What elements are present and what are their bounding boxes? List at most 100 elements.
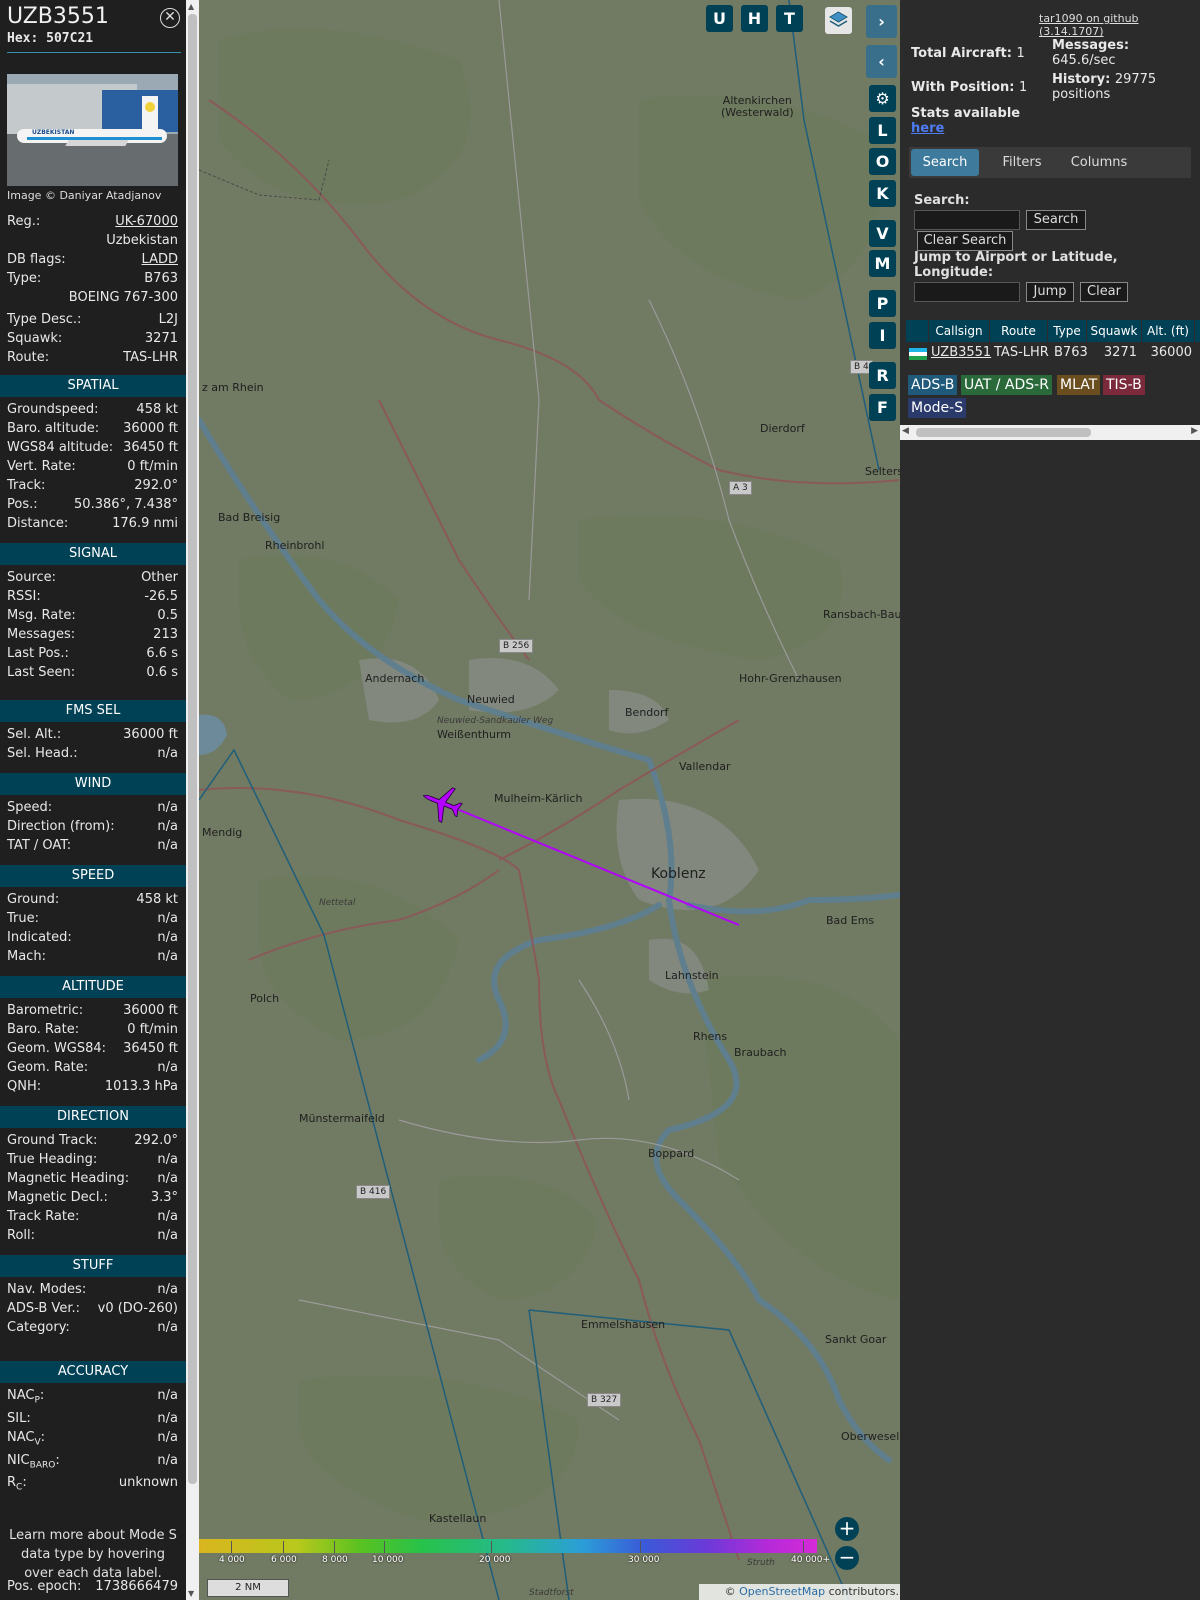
zoom-in-button[interactable]: +: [835, 1517, 859, 1541]
toggle-button-u[interactable]: U: [706, 5, 733, 32]
map[interactable]: Altenkirchen (Westerwald) Dierdorf Selters…: [199, 0, 900, 1600]
info-label: Category:: [7, 1320, 70, 1335]
table-header[interactable]: Alt. (ft): [1142, 320, 1195, 342]
info-label: Distance:: [7, 516, 69, 531]
info-value: 3.3°: [150, 1190, 178, 1205]
aircraft-photo[interactable]: UZBEKISTAN: [7, 74, 178, 186]
forward-button[interactable]: ›: [866, 5, 897, 38]
town-label: Altenkirchen (Westerwald): [721, 94, 794, 119]
zoom-out-button[interactable]: −: [835, 1546, 859, 1570]
info-value: BOEING 767-300: [68, 290, 178, 305]
info-label: Last Seen:: [7, 665, 76, 680]
close-info-button[interactable]: ✕: [160, 8, 180, 28]
town-label: Polch: [250, 992, 280, 1005]
toggle-button-o[interactable]: O: [869, 148, 896, 175]
table-header[interactable]: Squawk: [1087, 320, 1142, 342]
search-button[interactable]: Search: [1026, 210, 1086, 230]
info-row: NICBARO: n/a: [7, 1453, 178, 1471]
table-hscrollbar[interactable]: ◀ ▶: [900, 425, 1200, 440]
info-label: Reg.:: [7, 214, 41, 229]
info-value[interactable]: LADD: [142, 252, 178, 267]
info-value: 213: [153, 627, 178, 642]
table-header[interactable]: Type: [1048, 320, 1087, 342]
info-label: Roll:: [7, 1228, 36, 1243]
toggle-button-i[interactable]: I: [869, 322, 896, 349]
info-label: Magnetic Decl.:: [7, 1190, 108, 1205]
section-header-speed: SPEED: [0, 865, 186, 887]
toggle-button-p[interactable]: P: [869, 290, 896, 317]
toggle-button-k[interactable]: K: [869, 180, 896, 207]
version-link[interactable]: tar1090 on github (3.14.1707): [1039, 12, 1200, 38]
toggle-button-h[interactable]: H: [741, 5, 768, 32]
scroll-right-arrow-icon[interactable]: ▶: [1191, 426, 1198, 436]
scrollbar-thumb[interactable]: [188, 14, 197, 1484]
info-row: TAT / OAT: n/a: [7, 838, 178, 856]
jump-input[interactable]: [914, 282, 1020, 302]
info-value: n/a: [157, 1411, 178, 1426]
scroll-down-arrow-icon[interactable]: ▼: [188, 1589, 194, 1598]
info-label: Source:: [7, 570, 57, 585]
town-label: Vallendar: [679, 760, 731, 773]
table-header[interactable]: Callsign: [929, 320, 990, 342]
color-scale-tick: [231, 1541, 232, 1553]
town-label: Neuwied-Sandkauler Weg: [437, 716, 554, 726]
toggle-button-v[interactable]: V: [869, 220, 896, 247]
town-label: Bendorf: [625, 706, 669, 719]
info-scrollbar[interactable]: ▲ ▼: [186, 0, 199, 1600]
hscroll-thumb[interactable]: [916, 428, 1091, 437]
toggle-button-m[interactable]: M: [869, 250, 896, 277]
clear-search-button[interactable]: Clear Search: [917, 231, 1013, 251]
town-label: Dierdorf: [760, 422, 805, 435]
row-callsign[interactable]: UZB3551: [931, 345, 991, 363]
source-badge-uat-ads-r: UAT / ADS-R: [961, 375, 1052, 395]
scroll-left-arrow-icon[interactable]: ◀: [902, 426, 909, 436]
history: History: 29775 positions: [1052, 72, 1192, 102]
town-label: Bad Breisig: [218, 511, 281, 524]
osm-link[interactable]: OpenStreetMap: [739, 1585, 825, 1598]
info-value[interactable]: UK-67000: [115, 214, 178, 229]
info-value: 292.0°: [134, 478, 178, 493]
info-value: 50.386°, 7.438°: [74, 497, 178, 512]
tab-columns[interactable]: Columns: [1059, 149, 1139, 176]
back-button[interactable]: ‹: [866, 45, 897, 78]
info-row: Indicated: n/a: [7, 930, 178, 948]
clear-jump-button[interactable]: Clear: [1080, 282, 1128, 302]
tab-bar: Search Filters Columns: [909, 147, 1191, 178]
info-value: unknown: [118, 1475, 178, 1490]
info-value: n/a: [157, 1060, 178, 1075]
info-value: 3271: [144, 331, 178, 346]
town-label: Selters: [865, 465, 900, 478]
with-position-value: 1: [1019, 80, 1028, 95]
info-row: Groundspeed: 458 kt: [7, 402, 178, 420]
aircraft-marker-icon[interactable]: [417, 779, 467, 827]
info-row: True: n/a: [7, 911, 178, 929]
toggle-button-r[interactable]: R: [869, 362, 896, 389]
layers-button[interactable]: [825, 7, 852, 34]
table-header[interactable]: Route: [990, 320, 1048, 342]
info-value: n/a: [157, 1228, 178, 1243]
color-scale-tick: [283, 1541, 284, 1553]
stats-here-link[interactable]: here: [911, 121, 944, 136]
info-value: 176.9 nmi: [112, 516, 178, 531]
tab-search[interactable]: Search: [911, 149, 979, 176]
search-input[interactable]: [914, 210, 1020, 230]
altitude-color-scale: [199, 1539, 817, 1553]
info-label: Ground:: [7, 892, 60, 907]
info-value: n/a: [157, 1320, 178, 1335]
town-label: Mendig: [202, 826, 243, 839]
color-scale-tick: [803, 1541, 804, 1553]
info-row: Track: 292.0°: [7, 478, 178, 496]
info-row: Barometric: 36000 ft: [7, 1003, 178, 1021]
toggle-button-f[interactable]: F: [869, 394, 896, 421]
info-row: Squawk: 3271: [7, 331, 178, 349]
scroll-up-arrow-icon[interactable]: ▲: [188, 2, 194, 11]
toggle-button-t[interactable]: T: [776, 5, 803, 32]
jump-button[interactable]: Jump: [1026, 282, 1074, 302]
section-header-signal: SIGNAL: [0, 543, 186, 565]
settings-button[interactable]: ⚙: [869, 85, 896, 112]
selected-callsign: UZB3551: [7, 4, 109, 29]
info-value: 0.5: [157, 608, 178, 623]
tab-filters[interactable]: Filters: [987, 149, 1057, 176]
info-row: QNH: 1013.3 hPa: [7, 1079, 178, 1097]
toggle-button-l[interactable]: L: [869, 117, 896, 144]
